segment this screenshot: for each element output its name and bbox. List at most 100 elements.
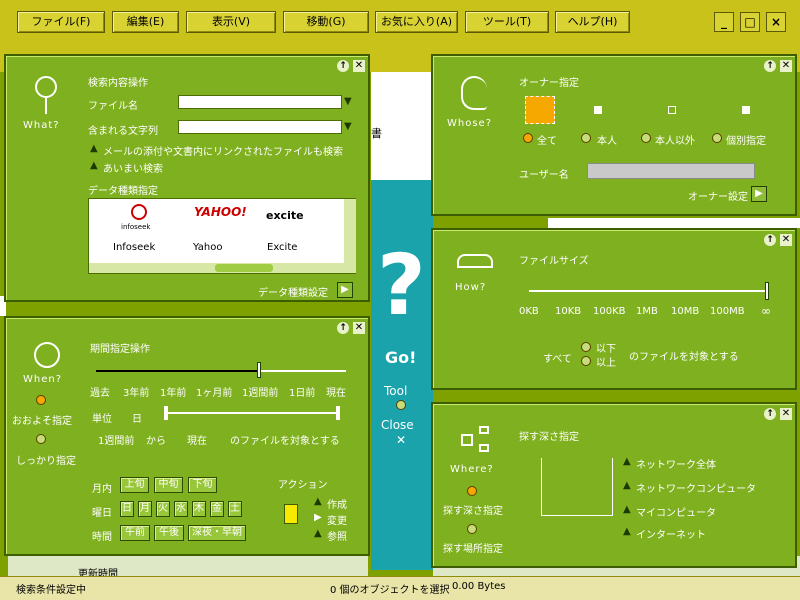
- time-pm-button[interactable]: 午後: [154, 525, 184, 541]
- where-label: Where?: [450, 464, 494, 475]
- infoseek-logo: infoseek: [121, 223, 151, 231]
- pin-icon[interactable]: ↑: [764, 60, 776, 72]
- owner-self-icon[interactable]: [585, 98, 611, 122]
- contains-input[interactable]: [178, 120, 342, 134]
- day-tue-button[interactable]: 火: [156, 501, 170, 517]
- menu-help[interactable]: ヘルプ(H): [555, 11, 630, 33]
- exact-radio[interactable]: [36, 434, 46, 444]
- status-left: 検索条件設定中: [16, 585, 86, 596]
- size-below-radio[interactable]: [581, 342, 591, 352]
- contains-dropdown-icon[interactable]: ▼: [344, 121, 352, 132]
- owner-others-radio[interactable]: [641, 133, 651, 143]
- day-thu-button[interactable]: 木: [192, 501, 206, 517]
- month-late-button[interactable]: 下旬: [188, 477, 217, 493]
- scope-internet[interactable]: インターネット: [636, 526, 706, 541]
- size-target-label: のファイルを対象とする: [629, 352, 739, 363]
- size-below-label: 以下: [596, 344, 616, 355]
- infoseek-logo-icon: [131, 204, 147, 220]
- pin-icon[interactable]: ↑: [337, 322, 349, 334]
- menu-go[interactable]: 移動(G): [283, 11, 369, 33]
- time-night-button[interactable]: 深夜・早朝: [188, 525, 246, 541]
- day-sat-button[interactable]: 土: [228, 501, 242, 517]
- depth-radio[interactable]: [467, 486, 477, 496]
- status-bar: 検索条件設定中 0 個のオブジェクトを選択 0.00 Bytes: [0, 576, 800, 600]
- close-icon[interactable]: ✕: [780, 234, 792, 246]
- owner-self-radio[interactable]: [581, 133, 591, 143]
- action-reference[interactable]: 参照: [327, 528, 347, 543]
- period-slider-thumb[interactable]: [257, 362, 261, 378]
- triangle-icon: ▲: [314, 528, 322, 539]
- scope-my-computer[interactable]: マイコンピュータ: [636, 504, 716, 519]
- scope-network-computer[interactable]: ネットワークコンピュータ: [636, 480, 756, 495]
- range-to: 現在: [187, 436, 207, 447]
- day-fri-button[interactable]: 金: [210, 501, 224, 517]
- size-slider-track[interactable]: [529, 290, 767, 292]
- day-wed-button[interactable]: 水: [174, 501, 188, 517]
- owner-setting-button[interactable]: ▶: [751, 186, 767, 202]
- go-button[interactable]: Go!: [385, 348, 416, 367]
- range-from: 1週間前: [98, 436, 135, 447]
- engine-yahoo[interactable]: Yahoo: [193, 242, 222, 253]
- range-start-thumb[interactable]: [164, 406, 168, 420]
- maximize-button[interactable]: □: [740, 12, 760, 32]
- username-input[interactable]: [587, 163, 755, 179]
- close-window-button[interactable]: ×: [766, 12, 786, 32]
- approx-label: おおよそ指定: [12, 416, 72, 427]
- menu-view[interactable]: 表示(V): [186, 11, 276, 33]
- tool-icon[interactable]: [396, 400, 406, 410]
- file-label: 書: [371, 127, 382, 140]
- minimize-button[interactable]: _: [714, 12, 734, 32]
- close-icon[interactable]: ✕: [780, 408, 792, 420]
- pin-icon[interactable]: ↑: [764, 234, 776, 246]
- menu-favorites[interactable]: お気に入り(A): [375, 11, 458, 33]
- filename-input[interactable]: [178, 95, 342, 109]
- vertical-scrollbar[interactable]: [344, 199, 356, 273]
- period-tick-label: 1年前: [160, 388, 187, 399]
- action-label: アクション: [278, 480, 328, 491]
- pin-icon[interactable]: ↑: [764, 408, 776, 420]
- how-icon: [457, 254, 493, 268]
- owner-individual-icon[interactable]: [733, 98, 759, 122]
- size-above-radio[interactable]: [581, 356, 591, 366]
- time-am-button[interactable]: 午前: [120, 525, 150, 541]
- how-panel: ↑ ✕ How? ファイルサイズ 0KB 10KB 100KB 1MB 10MB…: [431, 228, 797, 390]
- owner-individual-radio[interactable]: [712, 133, 722, 143]
- approx-radio[interactable]: [36, 395, 46, 405]
- horizontal-scrollbar[interactable]: [89, 263, 344, 273]
- size-slider-thumb[interactable]: [765, 282, 769, 300]
- close-x-icon[interactable]: ✕: [396, 433, 406, 447]
- action-create[interactable]: 作成: [327, 496, 347, 511]
- engine-excite[interactable]: Excite: [267, 242, 297, 253]
- unit-value: 日: [132, 414, 142, 425]
- menu-tools[interactable]: ツール(T): [465, 11, 549, 33]
- range-end-thumb[interactable]: [336, 406, 340, 420]
- month-early-button[interactable]: 上旬: [120, 477, 149, 493]
- day-sun-button[interactable]: 日: [120, 501, 134, 517]
- range-slider-track[interactable]: [168, 412, 340, 414]
- owner-all-radio[interactable]: [523, 133, 533, 143]
- owner-all-icon[interactable]: [525, 96, 555, 124]
- filename-dropdown-icon[interactable]: ▼: [344, 96, 352, 107]
- pin-icon[interactable]: ↑: [337, 60, 349, 72]
- day-mon-button[interactable]: 月: [138, 501, 152, 517]
- close-icon[interactable]: ✕: [353, 60, 365, 72]
- left-list: 更新時間: [8, 556, 368, 580]
- time-label: 時間: [92, 532, 112, 543]
- month-mid-button[interactable]: 中旬: [154, 477, 183, 493]
- owner-setting-label: オーナー設定: [688, 192, 748, 203]
- menu-edit[interactable]: 編集(E): [112, 11, 179, 33]
- close-icon[interactable]: ✕: [353, 322, 365, 334]
- period-tick-label: 現在: [326, 388, 346, 399]
- place-radio[interactable]: [467, 524, 477, 534]
- menu-file[interactable]: ファイル(F): [17, 11, 105, 33]
- how-label: How?: [455, 282, 487, 293]
- close-icon[interactable]: ✕: [780, 60, 792, 72]
- owner-others-icon[interactable]: [659, 98, 685, 122]
- scope-network-all[interactable]: ネットワーク全体: [636, 456, 716, 471]
- option-fuzzy[interactable]: あいまい検索: [103, 160, 163, 175]
- engine-infoseek[interactable]: Infoseek: [113, 242, 155, 253]
- action-modify[interactable]: 変更: [327, 512, 347, 527]
- period-slider-track[interactable]: [96, 370, 258, 372]
- datatype-setting-button[interactable]: ▶: [337, 282, 353, 298]
- option-attachments[interactable]: メールの添付や文書内にリンクされたファイルも検索: [103, 143, 343, 158]
